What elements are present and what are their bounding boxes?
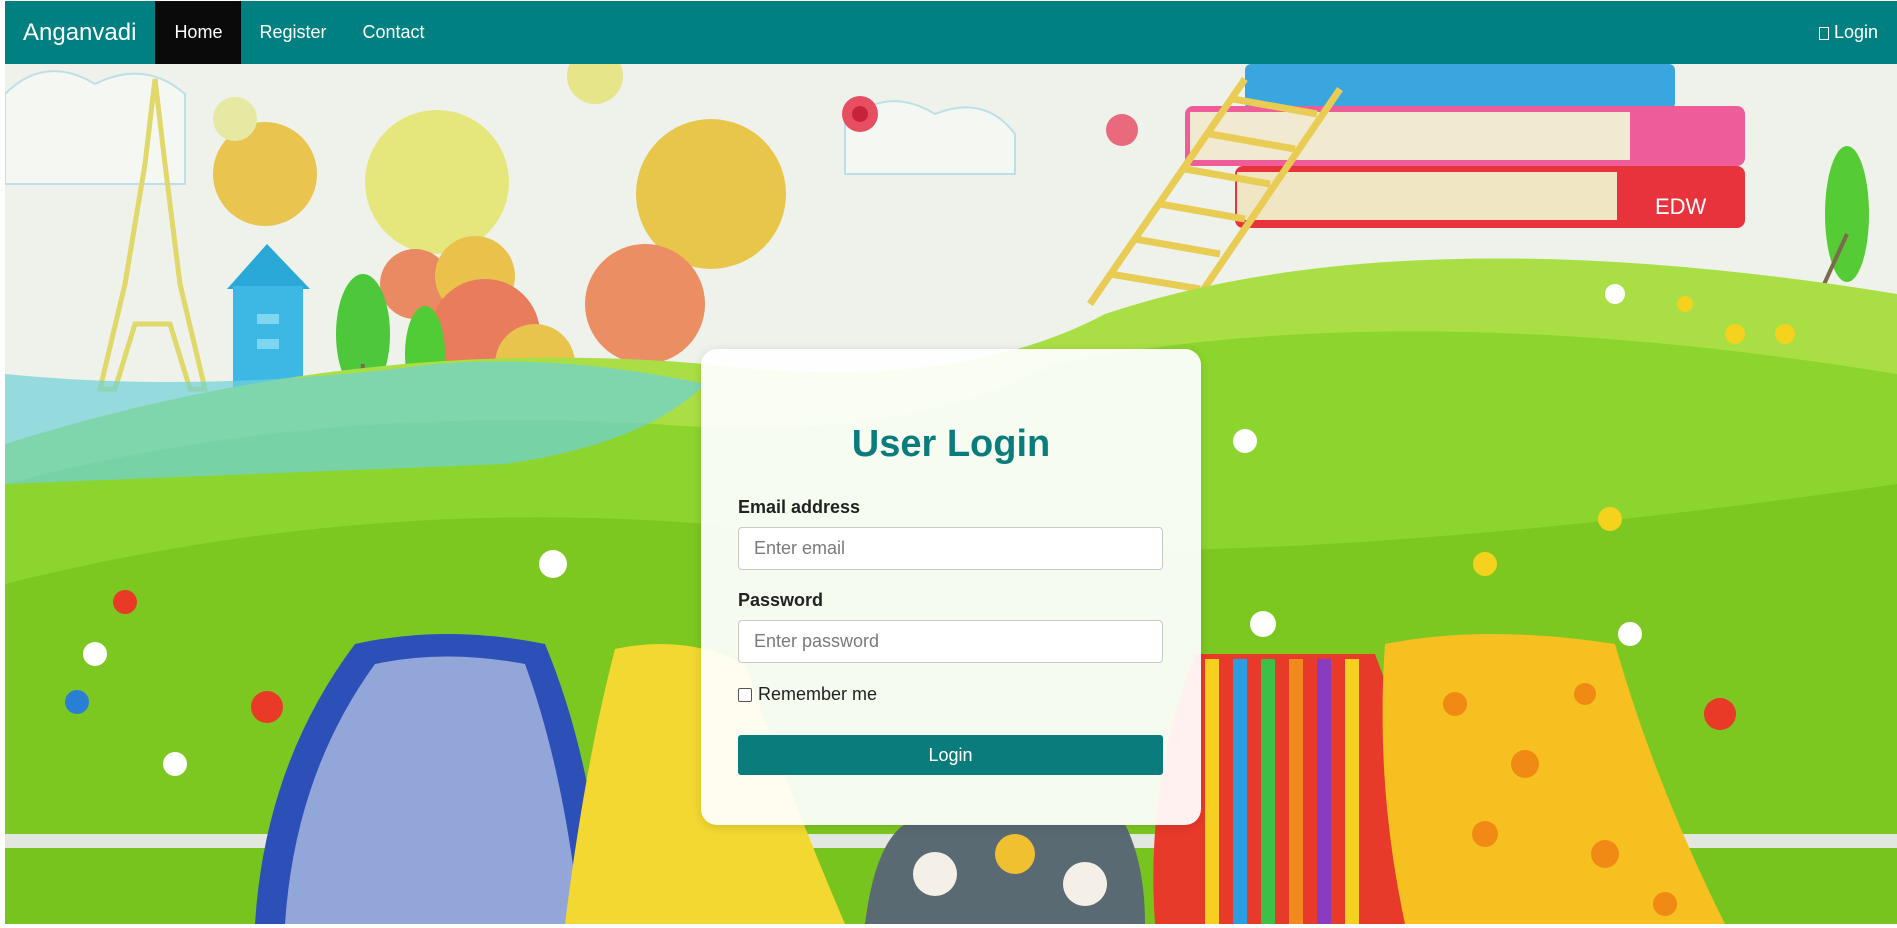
top-navbar: Anganvadi Home Register Contact Login <box>5 1 1897 64</box>
email-label: Email address <box>738 497 861 517</box>
nav-contact-link[interactable]: Contact <box>344 1 442 64</box>
login-card: User Login Email address Password Rememb… <box>701 349 1201 825</box>
remember-me-row: Remember me <box>738 684 877 705</box>
email-input[interactable] <box>738 527 1163 570</box>
login-submit-button[interactable]: Login <box>738 735 1163 775</box>
sign-in-icon <box>1818 27 1829 40</box>
remember-me-checkbox[interactable] <box>738 687 752 702</box>
book-edw-label: EDW <box>1655 194 1707 219</box>
brand-link[interactable]: Anganvadi <box>5 1 155 64</box>
nav-login-label: Login <box>1833 22 1878 42</box>
password-input[interactable] <box>738 620 1163 663</box>
password-label: Password <box>738 590 824 610</box>
nav-login-link[interactable]: Login <box>1818 1 1897 64</box>
login-title: User Login <box>851 423 1051 465</box>
page-frame: Anganvadi Home Register Contact Login ED… <box>5 0 1897 924</box>
remember-me-label[interactable]: Remember me <box>758 684 877 705</box>
nav-home-link[interactable]: Home <box>155 1 242 64</box>
nav-register-link[interactable]: Register <box>241 1 344 64</box>
